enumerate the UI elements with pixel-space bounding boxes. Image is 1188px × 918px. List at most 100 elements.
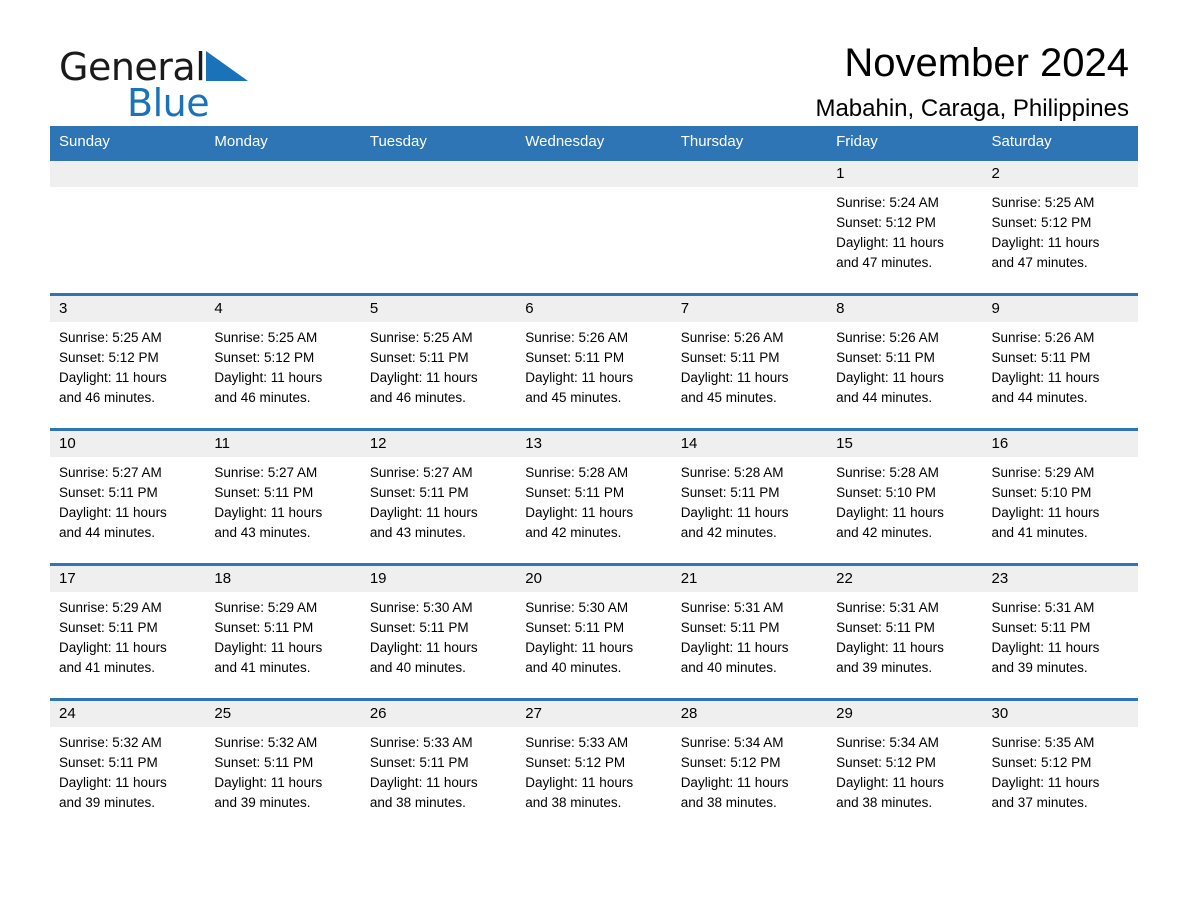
daylight-text-line1: Daylight: 11 hours [836, 505, 944, 520]
daylight-text-line2: and 40 minutes. [369, 660, 466, 675]
daylight-text-line1: Daylight: 11 hours [991, 640, 1100, 655]
sunset-text: Sunset: 5:12 PM [836, 215, 936, 230]
daylight-text-line2: and 38 minutes. [836, 795, 933, 810]
calendar-day-cell[interactable]: 26 Sunrise: 5:33 AM Sunset: 5:11 PM Dayligh… [360, 698, 517, 835]
calendar-day-cell[interactable]: 11 Sunrise: 5:27 AM Sunset: 5:11 PM Dayligh… [205, 428, 361, 565]
sunset-text: Sunset: 5:11 PM [59, 620, 158, 635]
daylight-text-line1: Daylight: 11 hours [369, 775, 478, 790]
logo-text-blue: Blue [127, 81, 210, 125]
sunset-text: Sunset: 5:11 PM [525, 485, 625, 500]
calendar-day-cell[interactable]: 13 Sunrise: 5:28 AM Sunset: 5:11 PM Dayligh… [516, 428, 672, 565]
daylight-text-line2: and 42 minutes. [525, 525, 622, 540]
calendar-day-cell[interactable]: 25 Sunrise: 5:32 AM Sunset: 5:11 PM Dayligh… [205, 698, 361, 835]
daylight-text-line1: Daylight: 11 hours [214, 505, 323, 520]
day-details: Sunrise: 5:31 AM Sunset: 5:11 PM Daylight:… [672, 592, 827, 678]
daylight-text-line1: Daylight: 11 hours [525, 775, 634, 790]
daylight-text-line2: and 40 minutes. [525, 660, 622, 675]
daylight-text-line1: Daylight: 11 hours [836, 370, 944, 385]
calendar-day-cell[interactable]: 28 Sunrise: 5:34 AM Sunset: 5:12 PM Dayligh… [671, 698, 828, 835]
daylight-text-line1: Daylight: 11 hours [680, 505, 789, 520]
generalblue-logo[interactable]: General Blue [59, 48, 319, 122]
daylight-text-line1: Daylight: 11 hours [836, 235, 944, 250]
calendar-day-cell[interactable]: 3 Sunrise: 5:25 AM Sunset: 5:12 PM Daylight… [50, 293, 206, 430]
daylight-text-line1: Daylight: 11 hours [214, 775, 323, 790]
daylight-text-line1: Daylight: 11 hours [369, 505, 478, 520]
calendar-day-cell[interactable]: 30 Sunrise: 5:35 AM Sunset: 5:12 PM Dayligh… [982, 698, 1138, 835]
calendar-day-cell[interactable]: 5 Sunrise: 5:25 AM Sunset: 5:11 PM Daylight… [360, 293, 517, 430]
daylight-text-line2: and 41 minutes. [214, 660, 311, 675]
calendar-week-row: 3 Sunrise: 5:25 AM Sunset: 5:12 PM Daylight… [50, 293, 1138, 430]
sunset-text: Sunset: 5:11 PM [369, 485, 469, 500]
calendar-day-cell[interactable]: 18 Sunrise: 5:29 AM Sunset: 5:11 PM Dayligh… [205, 563, 361, 700]
daylight-text-line2: and 44 minutes. [59, 525, 156, 540]
daylight-text-line2: and 44 minutes. [991, 390, 1088, 405]
daylight-text-line1: Daylight: 11 hours [680, 640, 789, 655]
calendar-day-cell[interactable]: 17 Sunrise: 5:29 AM Sunset: 5:11 PM Dayligh… [50, 563, 206, 700]
day-details: Sunrise: 5:31 AM Sunset: 5:11 PM Daylight:… [827, 592, 982, 678]
calendar-day-cell[interactable]: 23 Sunrise: 5:31 AM Sunset: 5:11 PM Dayligh… [982, 563, 1138, 700]
daylight-text-line1: Daylight: 11 hours [59, 370, 167, 385]
calendar-day-cell[interactable]: 16 Sunrise: 5:29 AM Sunset: 5:10 PM Dayligh… [982, 428, 1138, 565]
calendar-day-cell[interactable]: 20 Sunrise: 5:30 AM Sunset: 5:11 PM Dayligh… [516, 563, 672, 700]
daylight-text-line1: Daylight: 11 hours [991, 235, 1100, 250]
day-number: 15 [827, 431, 983, 457]
daylight-text-line2: and 46 minutes. [369, 390, 466, 405]
daylight-text-line1: Daylight: 11 hours [214, 640, 323, 655]
day-number: 24 [50, 701, 206, 727]
day-details: Sunrise: 5:25 AM Sunset: 5:12 PM Daylight:… [50, 322, 205, 408]
day-details: Sunrise: 5:26 AM Sunset: 5:11 PM Daylight:… [516, 322, 671, 408]
calendar-day-cell[interactable]: 1 Sunrise: 5:24 AM Sunset: 5:12 PM Daylight… [827, 158, 983, 295]
calendar-day-cell[interactable]: 21 Sunrise: 5:31 AM Sunset: 5:11 PM Dayligh… [671, 563, 828, 700]
calendar-day-cell[interactable]: 19 Sunrise: 5:30 AM Sunset: 5:11 PM Dayligh… [360, 563, 517, 700]
calendar-day-cell[interactable]: 22 Sunrise: 5:31 AM Sunset: 5:11 PM Dayligh… [827, 563, 983, 700]
day-details: Sunrise: 5:29 AM Sunset: 5:10 PM Daylight:… [983, 457, 1138, 543]
day-details: Sunrise: 5:29 AM Sunset: 5:11 PM Daylight:… [205, 592, 360, 678]
calendar-day-cell[interactable]: 12 Sunrise: 5:27 AM Sunset: 5:11 PM Dayligh… [360, 428, 517, 565]
day-details: Sunrise: 5:27 AM Sunset: 5:11 PM Daylight:… [361, 457, 516, 543]
day-number: 9 [982, 296, 1138, 322]
sunrise-text: Sunrise: 5:33 AM [525, 735, 629, 750]
calendar-day-cell[interactable]: 9 Sunrise: 5:26 AM Sunset: 5:11 PM Daylight… [982, 293, 1138, 430]
sunrise-text: Sunrise: 5:34 AM [680, 735, 784, 750]
daylight-text-line1: Daylight: 11 hours [59, 505, 167, 520]
day-number: 11 [205, 431, 361, 457]
daylight-text-line2: and 43 minutes. [369, 525, 466, 540]
calendar-day-cell[interactable]: 24 Sunrise: 5:32 AM Sunset: 5:11 PM Dayligh… [50, 698, 206, 835]
sunset-text: Sunset: 5:11 PM [836, 350, 935, 365]
calendar-week-row: 24 Sunrise: 5:32 AM Sunset: 5:11 PM Dayligh… [50, 698, 1138, 835]
daylight-text-line1: Daylight: 11 hours [680, 370, 789, 385]
day-number: 2 [982, 161, 1138, 187]
day-details: Sunrise: 5:33 AM Sunset: 5:12 PM Daylight:… [516, 727, 671, 813]
calendar-body: 1 Sunrise: 5:24 AM Sunset: 5:12 PM Daylight… [50, 158, 1138, 835]
sunset-text: Sunset: 5:11 PM [214, 755, 314, 770]
day-details: Sunrise: 5:28 AM Sunset: 5:11 PM Daylight:… [672, 457, 827, 543]
sunrise-text: Sunrise: 5:27 AM [59, 465, 162, 480]
weekday-header-tuesday: Tuesday [360, 126, 517, 160]
calendar-day-cell[interactable]: 8 Sunrise: 5:26 AM Sunset: 5:11 PM Daylight… [827, 293, 983, 430]
calendar-day-cell[interactable]: 14 Sunrise: 5:28 AM Sunset: 5:11 PM Dayligh… [671, 428, 828, 565]
sunrise-text: Sunrise: 5:32 AM [214, 735, 318, 750]
calendar-cell-empty [50, 158, 206, 295]
logo-text-general: General [59, 48, 319, 86]
calendar-day-cell[interactable]: 27 Sunrise: 5:33 AM Sunset: 5:12 PM Dayligh… [516, 698, 672, 835]
calendar-week-row: 1 Sunrise: 5:24 AM Sunset: 5:12 PM Daylight… [50, 158, 1138, 295]
sunrise-text: Sunrise: 5:27 AM [214, 465, 318, 480]
day-number: 4 [205, 296, 361, 322]
daylight-text-line1: Daylight: 11 hours [525, 505, 634, 520]
calendar-day-cell[interactable]: 6 Sunrise: 5:26 AM Sunset: 5:11 PM Daylight… [516, 293, 672, 430]
calendar-day-cell[interactable]: 4 Sunrise: 5:25 AM Sunset: 5:12 PM Daylight… [205, 293, 361, 430]
sunset-text: Sunset: 5:12 PM [525, 755, 626, 770]
daylight-text-line2: and 40 minutes. [680, 660, 777, 675]
sunrise-text: Sunrise: 5:28 AM [836, 465, 939, 480]
day-number: 27 [516, 701, 672, 727]
day-number: 25 [205, 701, 361, 727]
calendar-day-cell[interactable]: 29 Sunrise: 5:34 AM Sunset: 5:12 PM Dayligh… [827, 698, 983, 835]
calendar-day-cell[interactable]: 15 Sunrise: 5:28 AM Sunset: 5:10 PM Dayligh… [827, 428, 983, 565]
calendar-day-cell[interactable]: 10 Sunrise: 5:27 AM Sunset: 5:11 PM Dayligh… [50, 428, 206, 565]
calendar-day-cell[interactable]: 7 Sunrise: 5:26 AM Sunset: 5:11 PM Daylight… [671, 293, 828, 430]
calendar-day-cell[interactable]: 2 Sunrise: 5:25 AM Sunset: 5:12 PM Daylight… [982, 158, 1138, 295]
weekday-header-monday: Monday [205, 126, 361, 160]
sunrise-text: Sunrise: 5:26 AM [680, 330, 784, 345]
sunrise-text: Sunrise: 5:29 AM [991, 465, 1095, 480]
daylight-text-line1: Daylight: 11 hours [836, 775, 944, 790]
